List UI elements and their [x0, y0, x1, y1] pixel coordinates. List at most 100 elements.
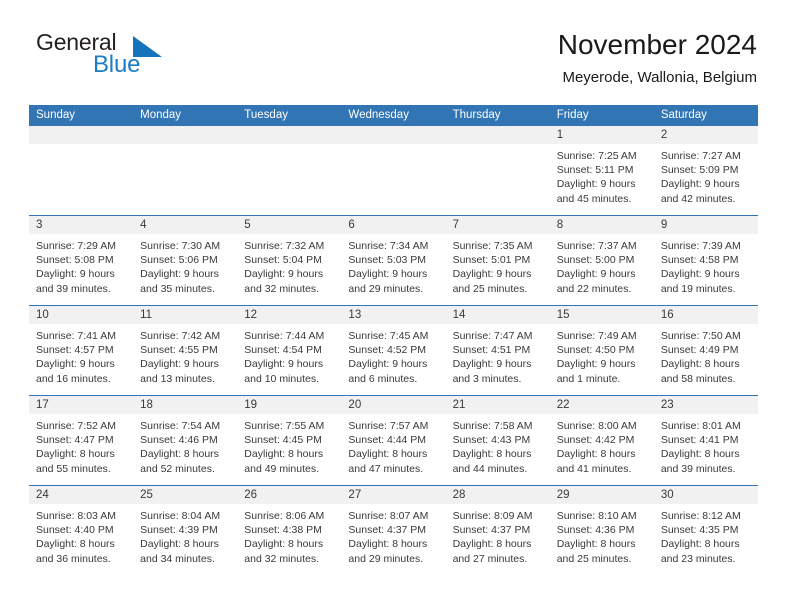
daylight-text-line2: and 23 minutes.: [660, 552, 736, 565]
calendar-day-cell[interactable]: 11 Sunrise: 7:42 AM Sunset: 4:55 PM Dayligh…: [133, 305, 238, 396]
sunrise-text: Sunrise: 8:10 AM: [556, 510, 637, 522]
calendar-day-cell[interactable]: 14 Sunrise: 7:47 AM Sunset: 4:51 PM Dayligh…: [445, 305, 550, 396]
daylight-text-line2: and 27 minutes.: [452, 552, 528, 565]
calendar-day-cell[interactable]: 9 Sunrise: 7:39 AM Sunset: 4:58 PM Daylight…: [653, 215, 758, 306]
calendar-day-cell-empty: [341, 125, 446, 216]
day-number: 17: [29, 396, 134, 414]
generalblue-logo[interactable]: General Blue: [34, 28, 224, 84]
calendar-day-cell[interactable]: 8 Sunrise: 7:37 AM Sunset: 5:00 PM Daylight…: [549, 215, 654, 306]
sunset-text: Sunset: 4:39 PM: [140, 524, 218, 537]
sunset-text: Sunset: 4:47 PM: [36, 434, 114, 447]
calendar-day-cell[interactable]: 12 Sunrise: 7:44 AM Sunset: 4:54 PM Dayligh…: [237, 305, 342, 396]
day-number: 28: [445, 486, 550, 504]
day-number: 13: [341, 306, 446, 324]
daylight-text-line2: and 47 minutes.: [348, 462, 424, 475]
day-details: Sunrise: 7:35 AM Sunset: 5:01 PM Daylight:…: [446, 234, 550, 296]
sunset-text: Sunset: 4:49 PM: [660, 344, 739, 357]
sunset-text: Sunset: 5:06 PM: [140, 254, 218, 267]
sunset-text: Sunset: 4:52 PM: [348, 344, 427, 357]
calendar-day-cell[interactable]: 7 Sunrise: 7:35 AM Sunset: 5:01 PM Daylight…: [445, 215, 550, 306]
day-number: 15: [549, 306, 654, 324]
weekday-header-sunday: Sunday: [29, 105, 134, 126]
day-details: Sunrise: 7:54 AM Sunset: 4:46 PM Daylight:…: [133, 414, 237, 476]
daylight-text-line2: and 44 minutes.: [452, 462, 528, 475]
calendar-day-cell[interactable]: 6 Sunrise: 7:34 AM Sunset: 5:03 PM Daylight…: [341, 215, 446, 306]
day-details: Sunrise: 7:29 AM Sunset: 5:08 PM Daylight:…: [29, 234, 133, 296]
sunrise-text: Sunrise: 7:37 AM: [556, 240, 637, 252]
day-number: 4: [133, 216, 238, 234]
daylight-text-line2: and 19 minutes.: [660, 282, 736, 295]
page-header: General Blue November 2024 Meyerode, Wal…: [34, 28, 757, 96]
daylight-text-line2: and 29 minutes.: [348, 282, 424, 295]
daylight-text-line2: and 41 minutes.: [556, 462, 632, 475]
calendar-day-cell[interactable]: 16 Sunrise: 7:50 AM Sunset: 4:49 PM Dayligh…: [653, 305, 758, 396]
sunset-text: Sunset: 4:54 PM: [244, 344, 322, 357]
daylight-text-line2: and 52 minutes.: [140, 462, 215, 475]
calendar-day-cell[interactable]: 21 Sunrise: 7:58 AM Sunset: 4:43 PM Dayligh…: [445, 395, 550, 486]
sunrise-text: Sunrise: 7:58 AM: [452, 420, 533, 432]
daylight-text-line2: and 13 minutes.: [140, 372, 215, 385]
sunset-text: Sunset: 5:09 PM: [660, 164, 739, 177]
calendar-day-cell-empty: [29, 125, 134, 216]
calendar-day-cell[interactable]: 4 Sunrise: 7:30 AM Sunset: 5:06 PM Daylight…: [133, 215, 238, 306]
calendar-day-cell[interactable]: 26 Sunrise: 8:06 AM Sunset: 4:38 PM Dayligh…: [237, 485, 342, 576]
calendar-day-cell[interactable]: 30 Sunrise: 8:12 AM Sunset: 4:35 PM Dayligh…: [653, 485, 758, 576]
daylight-text-line2: and 6 minutes.: [348, 372, 418, 385]
sunset-text: Sunset: 4:35 PM: [660, 524, 739, 537]
calendar-day-cell[interactable]: 23 Sunrise: 8:01 AM Sunset: 4:41 PM Dayligh…: [653, 395, 758, 486]
sunset-text: Sunset: 5:11 PM: [556, 164, 634, 177]
calendar-day-cell[interactable]: 3 Sunrise: 7:29 AM Sunset: 5:08 PM Daylight…: [29, 215, 134, 306]
daylight-text-line2: and 32 minutes.: [244, 282, 319, 295]
daylight-text-line2: and 25 minutes.: [556, 552, 632, 565]
calendar-day-cell-empty: [237, 125, 342, 216]
day-number: 12: [237, 306, 342, 324]
day-number: 24: [29, 486, 134, 504]
calendar-day-cell[interactable]: 27 Sunrise: 8:07 AM Sunset: 4:37 PM Dayligh…: [341, 485, 446, 576]
daylight-text-line1: Daylight: 8 hours: [660, 538, 740, 551]
calendar-day-cell[interactable]: 18 Sunrise: 7:54 AM Sunset: 4:46 PM Dayligh…: [133, 395, 238, 486]
calendar-day-cell[interactable]: 10 Sunrise: 7:41 AM Sunset: 4:57 PM Dayligh…: [29, 305, 134, 396]
day-details: Sunrise: 7:45 AM Sunset: 4:52 PM Daylight:…: [341, 324, 445, 386]
calendar-day-cell[interactable]: 28 Sunrise: 8:09 AM Sunset: 4:37 PM Dayligh…: [445, 485, 550, 576]
calendar-day-cell[interactable]: 1 Sunrise: 7:25 AM Sunset: 5:11 PM Daylight…: [549, 125, 654, 216]
sunrise-text: Sunrise: 8:00 AM: [556, 420, 637, 432]
day-details: Sunrise: 7:34 AM Sunset: 5:03 PM Daylight:…: [341, 234, 445, 296]
daylight-text-line1: Daylight: 9 hours: [452, 358, 532, 371]
sunrise-text: Sunrise: 7:44 AM: [244, 330, 325, 342]
day-details: Sunrise: 8:10 AM Sunset: 4:36 PM Daylight:…: [550, 504, 654, 566]
calendar-day-cell[interactable]: 5 Sunrise: 7:32 AM Sunset: 5:04 PM Daylight…: [237, 215, 342, 306]
calendar-day-cell[interactable]: 25 Sunrise: 8:04 AM Sunset: 4:39 PM Dayligh…: [133, 485, 238, 576]
day-number: 8: [549, 216, 654, 234]
day-number: 22: [549, 396, 654, 414]
sunset-text: Sunset: 4:40 PM: [36, 524, 114, 537]
calendar-day-cell[interactable]: 22 Sunrise: 8:00 AM Sunset: 4:42 PM Dayligh…: [549, 395, 654, 486]
calendar-day-cell[interactable]: 2 Sunrise: 7:27 AM Sunset: 5:09 PM Daylight…: [653, 125, 758, 216]
calendar-page: General Blue November 2024 Meyerode, Wal…: [0, 0, 792, 612]
calendar-day-cell[interactable]: 15 Sunrise: 7:49 AM Sunset: 4:50 PM Dayligh…: [549, 305, 654, 396]
calendar-day-cell[interactable]: 24 Sunrise: 8:03 AM Sunset: 4:40 PM Dayligh…: [29, 485, 134, 576]
sunset-text: Sunset: 4:50 PM: [556, 344, 635, 357]
location-subtitle: Meyerode, Wallonia, Belgium: [562, 69, 757, 86]
daylight-text-line1: Daylight: 8 hours: [660, 358, 740, 371]
calendar-table: Sunday Monday Tuesday Wednesday Thursday…: [29, 105, 758, 576]
calendar-day-cell[interactable]: 17 Sunrise: 7:52 AM Sunset: 4:47 PM Dayligh…: [29, 395, 134, 486]
sunrise-text: Sunrise: 7:35 AM: [452, 240, 533, 252]
daylight-text-line1: Daylight: 8 hours: [452, 448, 532, 461]
calendar-day-cell[interactable]: 13 Sunrise: 7:45 AM Sunset: 4:52 PM Dayligh…: [341, 305, 446, 396]
calendar-day-cell[interactable]: 29 Sunrise: 8:10 AM Sunset: 4:36 PM Dayligh…: [549, 485, 654, 576]
day-number: 25: [133, 486, 238, 504]
calendar-day-cell[interactable]: 20 Sunrise: 7:57 AM Sunset: 4:44 PM Dayligh…: [341, 395, 446, 486]
sunset-text: Sunset: 4:46 PM: [140, 434, 218, 447]
sunrise-text: Sunrise: 7:32 AM: [244, 240, 325, 252]
weekday-header-tuesday: Tuesday: [237, 105, 342, 126]
day-number: 6: [341, 216, 446, 234]
calendar-day-cell[interactable]: 19 Sunrise: 7:55 AM Sunset: 4:45 PM Dayligh…: [237, 395, 342, 486]
sunset-text: Sunset: 5:08 PM: [36, 254, 114, 267]
daylight-text-line2: and 39 minutes.: [660, 462, 736, 475]
day-number: [29, 126, 134, 144]
daylight-text-line1: Daylight: 8 hours: [244, 448, 324, 461]
sunrise-text: Sunrise: 7:25 AM: [556, 150, 637, 162]
day-details: Sunrise: 7:39 AM Sunset: 4:58 PM Daylight:…: [654, 234, 758, 296]
day-details: Sunrise: 7:42 AM Sunset: 4:55 PM Daylight:…: [133, 324, 237, 386]
day-details: Sunrise: 7:47 AM Sunset: 4:51 PM Daylight:…: [446, 324, 550, 386]
